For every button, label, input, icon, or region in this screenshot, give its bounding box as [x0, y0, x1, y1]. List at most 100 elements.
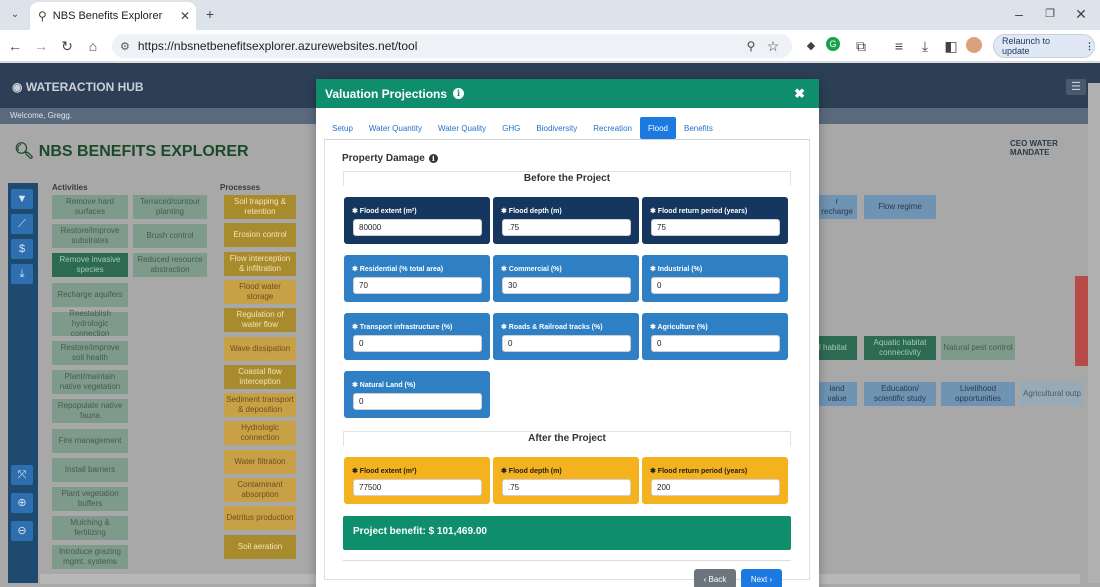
field-input[interactable]: 80000 — [353, 219, 482, 236]
tab-recreation[interactable]: Recreation — [585, 117, 640, 139]
vertical-scrollbar[interactable] — [1088, 83, 1100, 583]
tile-item[interactable]: Soil trapping & retention — [224, 195, 296, 219]
zoom-out-icon[interactable]: ⊖ — [11, 521, 33, 541]
browser-tab[interactable]: ⚲ NBS Benefits Explorer ✕ — [30, 2, 196, 30]
tile-item[interactable]: Coastal flow interception — [224, 364, 296, 389]
tile-item[interactable]: Remove invasive species — [52, 253, 128, 278]
tab-search-icon[interactable]: ⌄ — [6, 7, 24, 23]
tile-item[interactable]: Plant/maintain native vegetation — [52, 370, 128, 395]
zoom-in-icon[interactable]: ⊕ — [11, 493, 33, 513]
outcome-tile[interactable]: Aquatic habitat connectivity — [864, 336, 936, 360]
field-input[interactable]: 75 — [651, 219, 780, 236]
filter-icon[interactable]: ▼ — [11, 189, 33, 209]
tab-flood[interactable]: Flood — [639, 117, 676, 139]
outcome-tile[interactable]: Agricultural outp — [1020, 382, 1084, 406]
tile-item[interactable]: Reestablish hydrologic connection — [52, 309, 128, 338]
back-button[interactable]: ‹ Back — [694, 569, 736, 587]
outcome-tile[interactable]: Flow regime — [864, 195, 936, 219]
tile-item[interactable]: Erosion control — [224, 223, 296, 248]
field-input[interactable]: 0 — [651, 277, 780, 294]
tile-item[interactable]: Restore/improve soil health — [52, 341, 128, 365]
tile-item[interactable]: Flood water storage — [224, 279, 296, 304]
tile-item[interactable]: Hydrologic connection — [224, 421, 296, 446]
chart-icon[interactable]: ⟋ — [11, 214, 33, 234]
field-input[interactable]: 0 — [353, 393, 482, 410]
minimize-icon[interactable]: – — [1010, 6, 1028, 22]
tile-item[interactable]: Brush control — [133, 224, 207, 249]
dollar-icon[interactable]: $ — [11, 239, 33, 259]
forward-icon[interactable]: → — [32, 38, 50, 54]
bookmark-star-icon[interactable]: ☆ — [764, 38, 782, 54]
field-input[interactable]: 0 — [502, 335, 631, 352]
next-button[interactable]: Next › — [741, 569, 782, 587]
tile-item[interactable]: Repopulate native fauna — [52, 399, 128, 424]
field-input[interactable]: 77500 — [353, 479, 482, 496]
tab-water-quantity[interactable]: Water Quantity — [361, 117, 430, 139]
tile-item[interactable]: Remove hard surfaces — [52, 195, 128, 219]
tile-item[interactable]: Soil aeration — [224, 534, 296, 559]
new-tab-icon[interactable]: + — [201, 6, 219, 22]
field-input[interactable]: 0 — [651, 335, 780, 352]
site-info-icon[interactable]: ⚙ — [120, 40, 130, 53]
tab-benefits[interactable]: Benefits — [676, 117, 721, 139]
tile-item[interactable]: Detritus production — [224, 506, 296, 531]
field-input[interactable]: 0 — [353, 335, 482, 352]
tab-ghg[interactable]: GHG — [494, 117, 528, 139]
tile-item[interactable]: Recharge aquifers — [52, 282, 128, 307]
hamburger-menu-icon[interactable]: ☰ — [1066, 79, 1086, 95]
field-input[interactable]: 70 — [353, 277, 482, 294]
close-icon[interactable]: ✖ — [794, 86, 805, 102]
tile-item[interactable]: Reduced resource abstraction — [133, 253, 207, 278]
tile-item[interactable]: Mulching & fertilizing — [52, 516, 128, 541]
side-panel-icon[interactable]: ◧ — [942, 38, 960, 54]
tile-item[interactable]: Fire management — [52, 428, 128, 453]
relaunch-button[interactable]: Relaunch to update ⋮ — [993, 34, 1095, 58]
close-window-icon[interactable]: ✕ — [1072, 6, 1090, 22]
reload-icon[interactable]: ↻ — [58, 38, 76, 54]
tile-item[interactable]: Terraced/contour planting — [133, 195, 207, 219]
tile-item[interactable]: Introduce grazing mgmt. systems — [52, 545, 128, 570]
outcome-tile[interactable]: Education/ scientific study — [864, 382, 936, 406]
dropbox-extension-icon[interactable]: ◆ — [802, 38, 820, 54]
field-input[interactable]: .75 — [502, 479, 631, 496]
grammarly-icon[interactable]: G — [826, 37, 840, 51]
tab-biodiversity[interactable]: Biodiversity — [528, 117, 585, 139]
reading-list-icon[interactable]: ≡ — [890, 38, 908, 54]
extensions-icon[interactable]: ⧉ — [852, 38, 870, 54]
info-icon[interactable]: i — [453, 88, 465, 99]
address-bar[interactable]: ⚙ https://nbsnetbenefitsexplorer.azurewe… — [112, 34, 792, 58]
tile-item[interactable]: Install barriers — [52, 457, 128, 482]
field-input[interactable]: 30 — [502, 277, 631, 294]
tile-item[interactable]: Flow interception & infiltration — [224, 251, 296, 276]
close-tab-icon[interactable]: ✕ — [180, 9, 190, 23]
more-menu-icon: ⋮ — [1085, 40, 1094, 51]
outcome-tile[interactable]: Natural pest control — [941, 336, 1015, 360]
export-icon[interactable]: ⤓ — [11, 264, 33, 284]
tile-item[interactable]: Contaminant absorption — [224, 478, 296, 502]
zoom-icon[interactable]: ⚲ — [742, 38, 760, 54]
tile-item[interactable]: Sediment transport & deposition — [224, 393, 296, 418]
field-input[interactable]: .75 — [502, 219, 631, 236]
restore-icon[interactable]: ❐ — [1041, 6, 1059, 22]
info-icon[interactable]: i — [428, 154, 438, 163]
app-title: 🔍︎ NBS BENEFITS EXPLORER — [14, 141, 249, 161]
back-icon[interactable]: ← — [6, 38, 24, 54]
fit-icon[interactable]: ⤧ — [11, 465, 33, 485]
outcome-tile[interactable]: r recharge — [817, 195, 857, 219]
tile-item[interactable]: Wave dissipation — [224, 336, 296, 361]
tab-setup[interactable]: Setup — [324, 117, 361, 139]
tile-item[interactable]: Regulation of water flow — [224, 308, 296, 333]
outcome-tile[interactable]: l habitat — [817, 336, 857, 360]
profile-avatar[interactable] — [966, 37, 982, 53]
tile-item[interactable]: Restore/improve substrates — [52, 224, 128, 249]
tile-item[interactable]: Water filtration — [224, 449, 296, 474]
outcome-tile[interactable]: land value — [817, 382, 857, 406]
tab-water-quality[interactable]: Water Quality — [430, 117, 494, 139]
field-input[interactable]: 200 — [651, 479, 780, 496]
outcome-tile[interactable]: Livelihood opportunities — [941, 382, 1015, 406]
tile-item[interactable]: Plant vegetation buffers — [52, 487, 128, 511]
home-icon[interactable]: ⌂ — [84, 38, 102, 54]
wateraction-logo[interactable]: ◉ WATERACTION HUB — [12, 80, 144, 94]
download-icon[interactable]: ⤓ — [916, 38, 934, 54]
browser-toolbar: ← → ↻ ⌂ ⚙ https://nbsnetbenefitsexplorer… — [0, 30, 1100, 62]
